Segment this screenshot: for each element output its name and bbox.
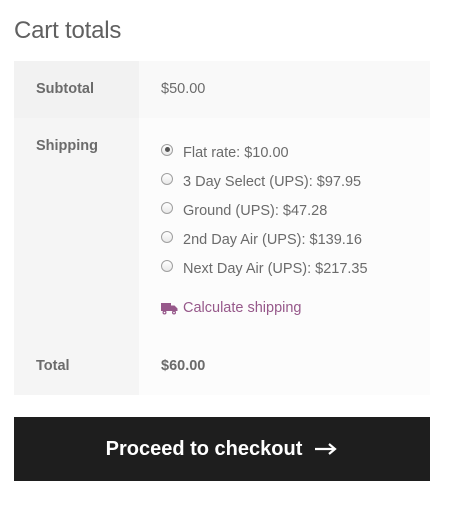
shipping-radio-2nd-day-air[interactable] <box>161 230 173 243</box>
calculate-shipping-label[interactable]: Calculate shipping <box>183 300 302 316</box>
shipping-option-label[interactable]: Flat rate: $10.00 <box>183 145 289 161</box>
shipping-methods-list: Flat rate: $10.00 3 Day Select (UPS): $9… <box>161 138 368 283</box>
shipping-option-2nd-day-air[interactable]: 2nd Day Air (UPS): $139.16 <box>161 225 368 254</box>
shipping-radio-next-day-air[interactable] <box>161 259 173 272</box>
calculate-shipping-link[interactable]: Calculate shipping <box>161 300 302 316</box>
subtotal-value: $50.00 <box>161 81 206 97</box>
shipping-option-flat-rate[interactable]: Flat rate: $10.00 <box>161 138 368 167</box>
shipping-option-ground[interactable]: Ground (UPS): $47.28 <box>161 196 368 225</box>
subtotal-label: Subtotal <box>36 81 94 97</box>
total-label: Total <box>36 358 70 374</box>
shipping-option-label[interactable]: 3 Day Select (UPS): $97.95 <box>183 174 361 190</box>
proceed-to-checkout-button[interactable]: Proceed to checkout <box>14 417 430 481</box>
shipping-option-label[interactable]: Next Day Air (UPS): $217.35 <box>183 261 368 277</box>
shipping-option-3-day-select[interactable]: 3 Day Select (UPS): $97.95 <box>161 167 368 196</box>
shipping-row: Shipping Flat rate: $10.00 3 Day Select … <box>14 118 430 337</box>
shipping-radio-ground[interactable] <box>161 201 173 214</box>
truck-icon <box>161 302 178 314</box>
cart-totals-title: Cart totals <box>14 17 122 44</box>
shipping-radio-flat-rate[interactable] <box>161 143 173 156</box>
shipping-radio-3-day-select[interactable] <box>161 172 173 185</box>
total-value: $60.00 <box>161 358 206 374</box>
cart-totals-table: Subtotal $50.00 Shipping Flat rate: $10.… <box>14 61 430 395</box>
shipping-option-next-day-air[interactable]: Next Day Air (UPS): $217.35 <box>161 254 368 283</box>
subtotal-row: Subtotal $50.00 <box>14 61 430 118</box>
checkout-button-label[interactable]: Proceed to checkout <box>106 438 303 461</box>
total-row: Total $60.00 <box>14 337 430 395</box>
shipping-option-label[interactable]: 2nd Day Air (UPS): $139.16 <box>183 232 362 248</box>
shipping-label: Shipping <box>36 138 99 154</box>
arrow-right-icon <box>315 443 338 455</box>
shipping-option-label[interactable]: Ground (UPS): $47.28 <box>183 203 327 219</box>
